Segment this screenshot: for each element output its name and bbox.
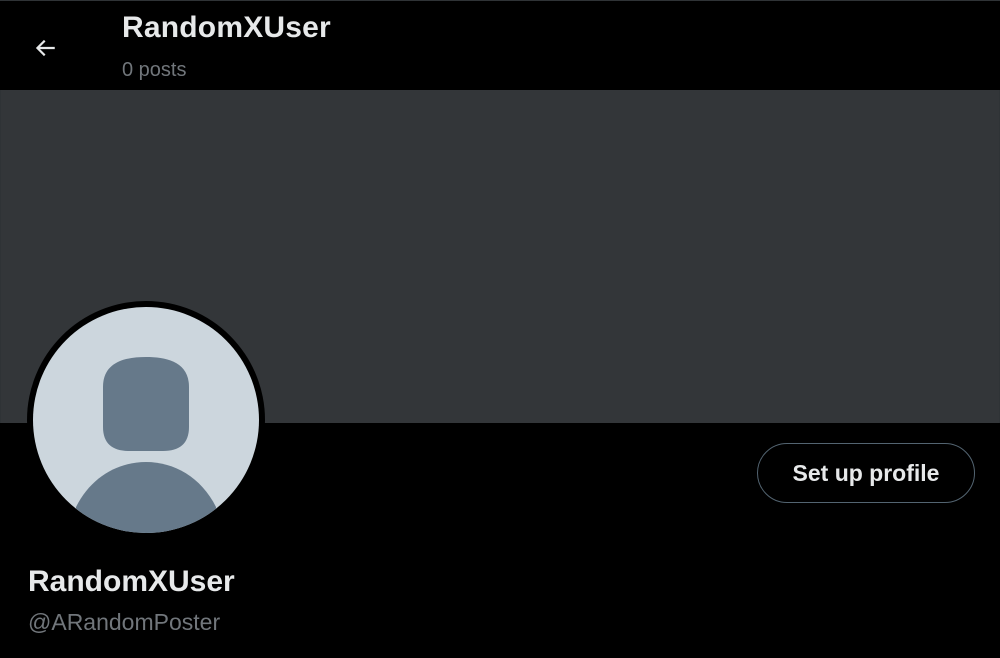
avatar[interactable] xyxy=(27,301,265,539)
header-title: RandomXUser xyxy=(122,11,331,44)
profile-page: RandomXUser 0 posts Set up profile Rando… xyxy=(0,0,1000,658)
avatar-image xyxy=(33,307,259,533)
arrow-left-icon xyxy=(35,39,55,57)
profile-header: RandomXUser 0 posts xyxy=(0,0,1000,90)
post-count: 0 posts xyxy=(122,59,187,81)
back-button[interactable] xyxy=(22,25,68,71)
default-user-avatar-icon xyxy=(76,357,216,533)
setup-profile-button[interactable]: Set up profile xyxy=(757,443,975,503)
user-handle: @ARandomPoster xyxy=(28,609,221,635)
display-name: RandomXUser xyxy=(28,565,235,598)
